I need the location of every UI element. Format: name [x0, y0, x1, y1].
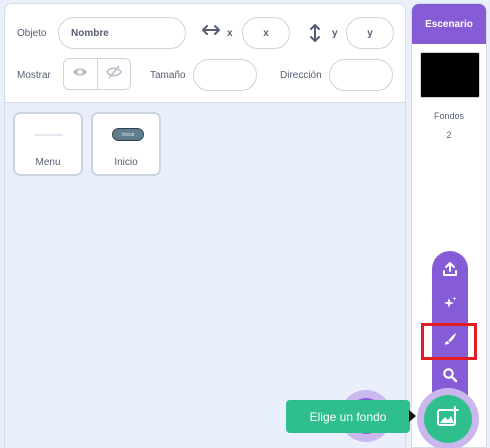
sprite-tile-menu[interactable]: Menu: [13, 112, 83, 176]
y-label: y: [332, 27, 338, 39]
surprise-icon: [442, 295, 458, 316]
sprite-name-input[interactable]: Nombre: [58, 17, 186, 49]
show-label: Mostrar: [17, 69, 51, 81]
horizontal-arrows-icon: [202, 23, 220, 41]
stage-thumbnail: [420, 52, 480, 98]
choose-backdrop-tooltip: Elige un fondo: [286, 400, 410, 433]
x-input[interactable]: x: [242, 17, 290, 49]
backdrops-count: 2: [446, 130, 452, 140]
sprite-tile-inicio[interactable]: Iniciar Inicio: [91, 112, 161, 176]
sprite-list: Menu Iniciar Inicio: [4, 103, 406, 448]
sprite-thumbnail: Iniciar: [112, 128, 144, 141]
sprite-name: Inicio: [114, 157, 138, 168]
size-input[interactable]: [193, 59, 257, 91]
y-input[interactable]: y: [346, 17, 394, 49]
upload-backdrop-button[interactable]: [432, 253, 468, 289]
backdrop-add-icon: [436, 405, 460, 433]
x-label: x: [227, 27, 233, 39]
surprise-backdrop-button[interactable]: [432, 287, 468, 323]
size-label: Tamaño: [150, 69, 186, 81]
direction-label: Dirección: [280, 69, 322, 81]
direction-input[interactable]: [329, 59, 393, 91]
sprite-name: Menu: [35, 157, 61, 168]
sprite-info-panel: Objeto Nombre x x y y Mostrar Tamaño Dir…: [4, 3, 406, 103]
eye-icon: [72, 65, 88, 83]
eye-slash-icon: [105, 64, 122, 84]
vertical-arrows-icon: [309, 24, 321, 47]
hide-button[interactable]: [98, 59, 131, 89]
sprite-info-row-1: Objeto Nombre x x y y: [5, 16, 405, 50]
paint-highlight-box: [421, 323, 477, 360]
upload-icon: [442, 261, 458, 282]
choose-backdrop-button[interactable]: [424, 395, 472, 443]
tooltip-arrow: [409, 410, 416, 422]
sprite-thumbnail: [35, 134, 63, 136]
stage-header: Escenario: [412, 4, 486, 44]
visibility-toggle: [63, 58, 131, 90]
show-button[interactable]: [64, 59, 98, 89]
scratch-target-pane: Objeto Nombre x x y y Mostrar Tamaño Dir…: [0, 0, 490, 448]
sprite-label: Objeto: [17, 27, 47, 39]
backdrops-label: Fondos: [433, 111, 465, 121]
sprite-info-row-2: Mostrar Tamaño Dirección: [5, 58, 405, 92]
search-icon: [442, 367, 458, 388]
